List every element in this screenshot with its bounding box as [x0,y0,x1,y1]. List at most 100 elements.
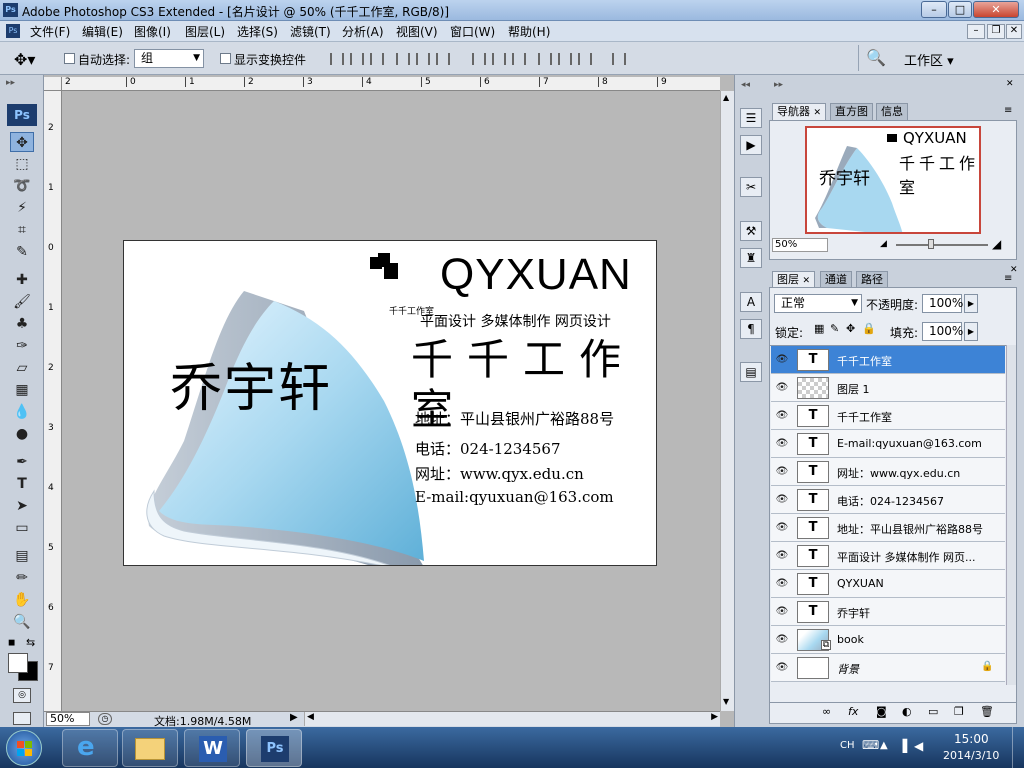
ruler-origin[interactable] [44,77,62,91]
zoom-slider-handle[interactable] [928,239,934,249]
marquee-tool-icon[interactable]: ⬚ [10,154,34,174]
clock-time[interactable]: 15:00 [954,732,989,746]
link-layers-icon[interactable]: ∞ [822,705,831,718]
layer-row[interactable]: 👁 T 乔宇轩 [771,598,1005,626]
scroll-right-icon[interactable]: ▶ [711,712,718,722]
layer-row[interactable]: 👁 T 网址：www.qyx.edu.cn [771,458,1005,486]
menu-edit[interactable]: 编辑(E) [82,23,123,40]
align-left-icon[interactable] [396,53,410,65]
workspace-button[interactable]: 工作区 ▾ [904,50,954,69]
blur-tool-icon[interactable]: 💧 [10,402,34,422]
new-group-icon[interactable]: ▭ [928,705,938,718]
layer-comps-icon[interactable]: ▤ [740,362,762,382]
taskbar-word-button[interactable]: W [184,729,240,767]
status-expand-icon[interactable]: ▶ [290,712,298,723]
auto-align-icon[interactable] [612,53,626,65]
doc-restore-button[interactable]: ❐ [987,24,1005,39]
menu-view[interactable]: 视图(V) [396,23,438,40]
navigator-zoom-slider[interactable] [896,244,988,246]
delete-layer-icon[interactable]: 🗑 [980,705,994,718]
align-hcenter-icon[interactable] [416,53,430,65]
screen-mode-icon[interactable] [13,712,31,725]
tool-presets-icon[interactable]: ✂ [740,177,762,197]
tab-info[interactable]: 信息 [876,103,908,120]
type-tool-icon[interactable]: T [10,474,34,494]
layer-row[interactable]: 👁 T 电话：024-1234567 [771,486,1005,514]
visibility-eye-icon[interactable]: 👁 [775,634,789,646]
zoom-tool-icon[interactable]: 🔍 [10,612,34,632]
distribute-vcenter-icon[interactable] [492,53,506,65]
tab-paths[interactable]: 路径 [856,271,888,288]
layer-row[interactable]: 👁 ⧉ book [771,626,1005,654]
visibility-eye-icon[interactable]: 👁 [775,494,789,506]
visibility-eye-icon[interactable]: 👁 [775,438,789,450]
distribute-hcenter-icon[interactable] [558,53,572,65]
horizontal-scrollbar[interactable]: ◀ ▶ [304,712,720,726]
paragraph-panel-icon[interactable]: ¶ [740,319,762,339]
lasso-tool-icon[interactable]: ➰ [10,176,34,196]
layer-row[interactable]: 👁 T 千千工作室 [771,402,1005,430]
doc-close-button[interactable]: ✕ [1006,24,1022,39]
taskbar-photoshop-button[interactable]: Ps [246,729,302,767]
lock-image-icon[interactable]: ✎ [830,322,839,335]
panels-collapse-icon[interactable]: ▸▸ [774,80,783,90]
start-button[interactable] [6,730,42,766]
volume-icon[interactable]: ◀ [914,739,923,753]
distribute-left-icon[interactable] [538,53,552,65]
bridge-icon[interactable]: 🔍 [866,48,886,67]
layer-row[interactable]: 👁 T 千千工作室 [771,346,1005,374]
crop-tool-icon[interactable]: ⌗ [10,220,34,240]
visibility-eye-icon[interactable]: 👁 [775,382,789,394]
brushes-panel-icon[interactable]: ⚒ [740,221,762,241]
show-desktop-button[interactable] [1012,727,1024,768]
tab-channels[interactable]: 通道 [820,271,852,288]
menu-image[interactable]: 图像(I) [134,23,171,40]
layer-row[interactable]: 👁 T QYXUAN [771,570,1005,598]
shape-tool-icon[interactable]: ▭ [10,518,34,538]
hand-tool-icon[interactable]: ✋ [10,590,34,610]
close-icon[interactable]: ✕ [814,108,822,118]
blend-mode-dropdown[interactable]: 正常 ▼ [774,294,862,313]
auto-select-dropdown[interactable]: 组 ▼ [134,49,204,68]
distribute-bottom-icon[interactable] [512,53,526,65]
navigator-thumbnail[interactable]: QYXUAN 千千工作室 乔宇轩 [805,126,981,234]
menu-layer[interactable]: 图层(L) [185,23,225,40]
keyboard-icon[interactable]: ⌨ [862,738,879,752]
menu-filter[interactable]: 滤镜(T) [290,23,331,40]
panel-menu-icon[interactable]: ≡ [1004,105,1012,116]
layer-style-icon[interactable]: fx [848,705,858,718]
document-canvas[interactable]: QYXUAN 千千工作室 平面设计 多媒体制作 网页设计 千千工作室 乔宇轩 地… [123,240,657,566]
scroll-up-icon[interactable]: ▲ [723,93,729,102]
notes-tool-icon[interactable]: ▤ [10,546,34,566]
close-button[interactable]: ✕ [973,1,1019,18]
network-icon[interactable]: ▐ [898,739,907,753]
clone-source-icon[interactable]: ♜ [740,248,762,268]
visibility-eye-icon[interactable]: 👁 [775,522,789,534]
history-panel-icon[interactable]: ☰ [740,108,762,128]
dock-expand-icon[interactable]: ◂◂ [741,80,750,90]
path-selection-tool-icon[interactable]: ➤ [10,496,34,516]
menu-select[interactable]: 选择(S) [237,23,278,40]
align-right-icon[interactable] [436,53,450,65]
stamp-tool-icon[interactable]: ♣ [10,314,34,334]
align-bottom-icon[interactable] [370,53,384,65]
layer-row[interactable]: 👁 背景 🔒 [771,654,1005,682]
layer-row[interactable]: 👁 T 地址：平山县银州广裕路88号 [771,514,1005,542]
adjustment-layer-icon[interactable]: ◐ [902,705,912,718]
actions-panel-icon[interactable]: ▶ [740,135,762,155]
zoom-field[interactable]: 50% [46,712,90,726]
tab-histogram[interactable]: 直方图 [830,103,873,120]
layers-scrollbar[interactable] [1006,345,1016,685]
eraser-tool-icon[interactable]: ▱ [10,358,34,378]
visibility-eye-icon[interactable]: 👁 [775,578,789,590]
fill-slider-icon[interactable]: ▶ [964,322,978,341]
brush-tool-icon[interactable]: 🖌 [10,292,34,312]
scroll-left-icon[interactable]: ◀ [307,712,314,722]
layer-row[interactable]: 👁 T 平面设计 多媒体制作 网页... [771,542,1005,570]
toolbox-collapse-icon[interactable]: ▸▸ [6,78,15,88]
layer-mask-icon[interactable]: ◙ [876,705,887,718]
fill-field[interactable]: 100% [922,322,963,341]
distribute-top-icon[interactable] [472,53,486,65]
layer-row[interactable]: 👁 T E-mail:qyuxuan@163.com [771,430,1005,458]
maximize-button[interactable]: □ [948,1,972,18]
